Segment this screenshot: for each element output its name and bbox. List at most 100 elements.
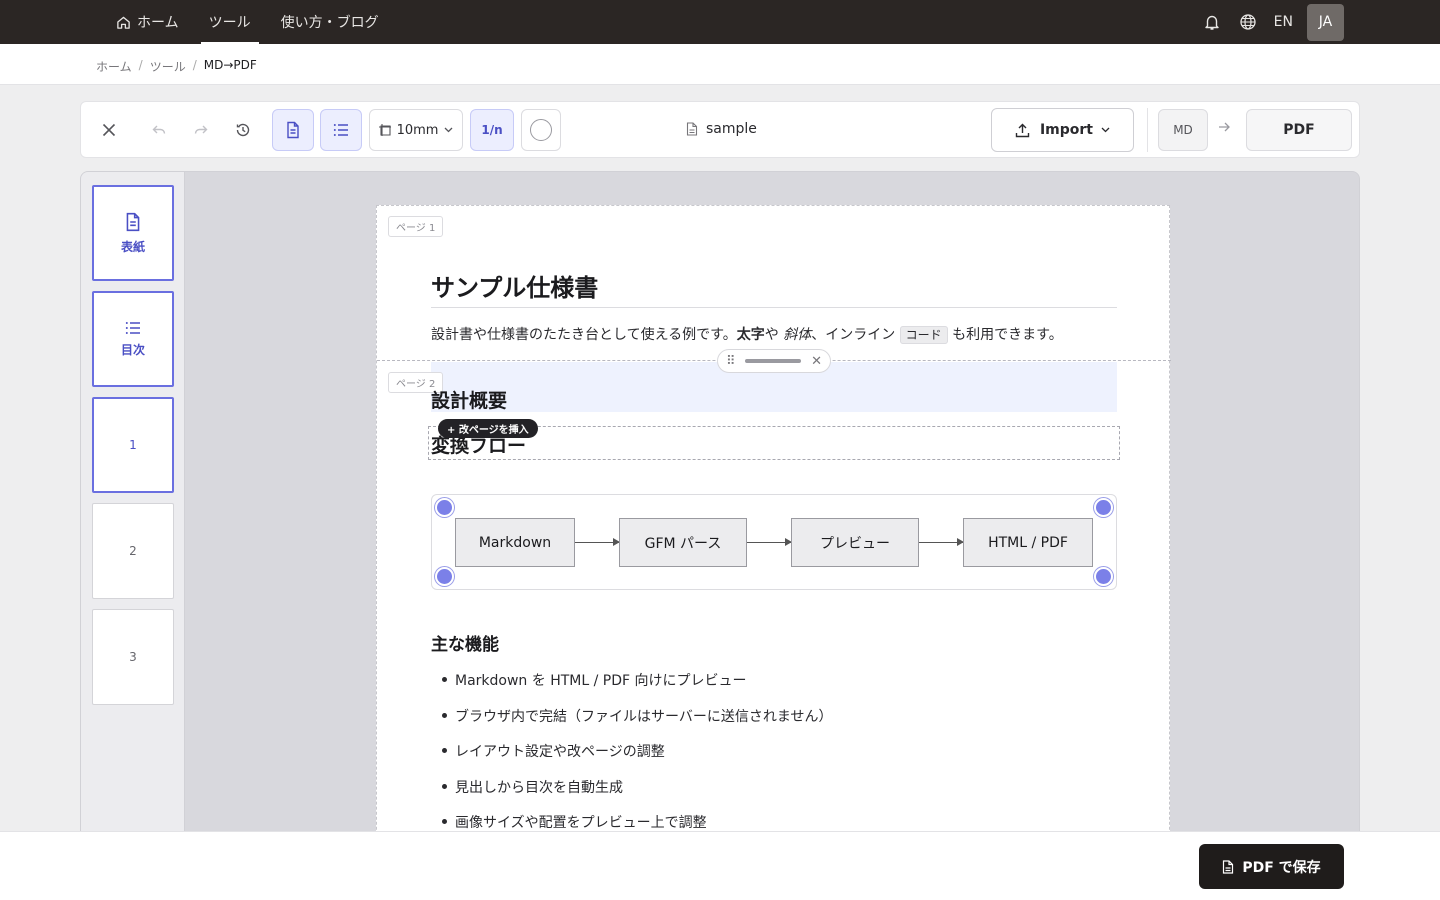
margin-icon: [378, 124, 391, 136]
flow-node: GFM パース: [619, 518, 747, 567]
title-divider: [431, 307, 1117, 308]
breadcrumb-tools[interactable]: ツール: [150, 58, 186, 75]
document-title: サンプル仕様書: [431, 274, 599, 302]
flow-node: プレビュー: [791, 518, 919, 567]
chevron-down-icon: [444, 127, 453, 133]
breadcrumb-home[interactable]: ホーム: [96, 58, 132, 75]
resize-handle[interactable]: [435, 498, 454, 517]
save-pdf-button[interactable]: PDF で保存: [1199, 844, 1344, 889]
undo-button[interactable]: [138, 109, 180, 151]
intro-code: コード: [899, 326, 948, 344]
close-button[interactable]: [88, 109, 130, 151]
file-icon: [1223, 859, 1234, 874]
breadcrumb-separator: /: [138, 58, 143, 72]
language-button[interactable]: [1230, 4, 1266, 40]
file-icon: [686, 122, 698, 136]
redo-icon: [194, 125, 208, 134]
thumb-page-3[interactable]: 3: [92, 609, 174, 705]
close-icon: [102, 123, 116, 137]
file-name: sample: [686, 121, 757, 137]
thumb-page-3-label: 3: [129, 650, 137, 664]
page-number-button[interactable]: 1/n: [470, 109, 514, 151]
cover-toggle-button[interactable]: [272, 109, 314, 151]
resize-handle[interactable]: [1094, 498, 1113, 517]
features-heading: 主な機能: [431, 635, 499, 655]
list-icon: [125, 321, 140, 334]
list-item: ブラウザ内で完結（ファイルはサーバーに送信されません）: [431, 706, 832, 742]
thumb-page-1[interactable]: 1: [92, 397, 174, 493]
upload-icon: [1015, 123, 1030, 137]
import-label: Import: [1039, 122, 1094, 138]
preview-workspace: 表紙 目次 1 2 3 ページ 1 サンプル仕様書 設計書や仕様書のたたき台とし…: [80, 171, 1360, 900]
flow-node: HTML / PDF: [963, 518, 1093, 567]
thumb-cover-label: 表紙: [120, 239, 145, 254]
flow-diagram[interactable]: Markdown GFM パース プレビュー HTML / PDF: [431, 494, 1117, 590]
source-format-button[interactable]: MD: [1158, 109, 1208, 151]
language-toggle[interactable]: EN: [1274, 14, 1293, 30]
document-page: ページ 1 サンプル仕様書 設計書や仕様書のたたき台として使える例です。太字や …: [376, 205, 1171, 899]
intro-italic: 斜体: [783, 327, 812, 343]
nav-actions: EN JA: [1194, 0, 1344, 44]
theme-color-button[interactable]: [521, 109, 561, 151]
history-icon: [236, 123, 250, 137]
target-format-button[interactable]: PDF: [1246, 109, 1352, 151]
list-item: 見出しから目次を自動生成: [431, 777, 832, 813]
resize-handle[interactable]: [435, 567, 454, 586]
thumb-toc[interactable]: 目次: [92, 291, 174, 387]
flow-arrow: [747, 538, 792, 546]
nav-links: ホーム ツール 使い方・ブログ: [108, 0, 401, 44]
nav-tools-label: ツール: [208, 15, 251, 31]
margin-select[interactable]: 10mm: [369, 109, 463, 151]
circle-icon: [530, 119, 552, 141]
list-icon: [333, 124, 348, 136]
flow-arrow: [919, 538, 964, 546]
chevron-down-icon: [1101, 127, 1110, 133]
file-name-label: sample: [706, 121, 757, 137]
arrow-right-icon: [1218, 122, 1230, 132]
history-button[interactable]: [222, 109, 264, 151]
resize-handle[interactable]: [1094, 567, 1113, 586]
nav-guide[interactable]: 使い方・ブログ: [273, 0, 387, 44]
intro-paragraph: 設計書や仕様書のたたき台として使える例です。太字や 斜体、インライン コード も…: [431, 324, 1063, 344]
drag-handle-icon[interactable]: ⠿: [726, 354, 736, 369]
list-item: レイアウト設定や改ページの調整: [431, 741, 832, 777]
intro-text: や: [764, 327, 784, 343]
bell-icon: [1204, 15, 1219, 30]
thumb-page-1-label: 1: [129, 438, 137, 452]
top-nav: ホーム ツール 使い方・ブログ EN JA: [0, 0, 1440, 44]
nav-home-label: ホーム: [137, 15, 179, 31]
page-sidebar: 表紙 目次 1 2 3: [81, 172, 185, 899]
bottom-action-bar: PDF で保存: [0, 831, 1440, 900]
breadcrumb-bar: ホーム / ツール / MD→PDF: [0, 44, 1440, 85]
nav-home[interactable]: ホーム: [108, 0, 187, 44]
insert-page-break-button[interactable]: + 改ページを挿入: [438, 419, 538, 438]
remove-break-icon[interactable]: ✕: [811, 354, 822, 369]
document-icon: [126, 212, 140, 231]
redo-button[interactable]: [180, 109, 222, 151]
intro-text: も利用できます。: [947, 327, 1063, 343]
home-icon: [117, 16, 130, 29]
nav-guide-label: 使い方・ブログ: [280, 15, 379, 31]
breadcrumb: ホーム / ツール / MD→PDF: [96, 58, 257, 75]
page-break-handle[interactable]: ⠿ ✕: [717, 349, 831, 373]
intro-text: 、インライン: [811, 327, 900, 343]
margin-value: 10mm: [396, 122, 439, 138]
thumb-page-2[interactable]: 2: [92, 503, 174, 599]
flow-node: Markdown: [455, 518, 575, 567]
nav-tools[interactable]: ツール: [200, 0, 259, 44]
breadcrumb-current: MD→PDF: [203, 58, 257, 72]
page-1-tag: ページ 1: [388, 216, 444, 237]
flow-arrow: [575, 538, 620, 546]
toc-toggle-button[interactable]: [320, 109, 362, 151]
editor-toolbar: 10mm 1/n sample Import MD PDF: [80, 101, 1360, 158]
globe-icon: [1240, 14, 1256, 30]
toolbar-divider: [1147, 108, 1148, 152]
thumb-page-2-label: 2: [129, 544, 137, 558]
document-icon: [287, 121, 299, 139]
notifications-button[interactable]: [1194, 4, 1230, 40]
breadcrumb-separator: /: [192, 58, 197, 72]
thumb-cover[interactable]: 表紙: [92, 185, 174, 281]
list-item: Markdown を HTML / PDF 向けにプレビュー: [431, 670, 832, 706]
import-button[interactable]: Import: [991, 108, 1134, 152]
avatar[interactable]: JA: [1307, 3, 1344, 41]
